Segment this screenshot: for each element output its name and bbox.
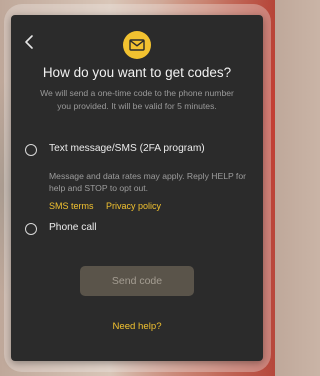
sms-option[interactable]: Text message/SMS (2FA program) bbox=[25, 143, 255, 159]
sms-option-label: Text message/SMS (2FA program) bbox=[49, 143, 205, 154]
dialog-title: How do you want to get codes? bbox=[42, 65, 232, 80]
send-code-button[interactable]: Send code bbox=[80, 266, 194, 296]
sms-terms-link[interactable]: SMS terms bbox=[49, 201, 94, 211]
sms-option-description: Message and data rates may apply. Reply … bbox=[49, 171, 246, 193]
mail-envelope-icon bbox=[123, 31, 151, 59]
back-chevron-icon[interactable] bbox=[21, 33, 39, 51]
need-help-link[interactable]: Need help? bbox=[11, 321, 263, 332]
phone-call-radio[interactable] bbox=[25, 223, 37, 235]
dialog-subtitle: We will send a one-time code to the phon… bbox=[40, 88, 234, 111]
sms-links: SMS terms Privacy policy bbox=[49, 201, 171, 211]
phone-call-option-label: Phone call bbox=[49, 222, 97, 233]
sms-radio[interactable] bbox=[25, 144, 37, 156]
two-factor-dialog: How do you want to get codes? We will se… bbox=[11, 15, 263, 361]
phone-call-option[interactable]: Phone call bbox=[25, 222, 175, 238]
privacy-policy-link[interactable]: Privacy policy bbox=[106, 201, 161, 211]
